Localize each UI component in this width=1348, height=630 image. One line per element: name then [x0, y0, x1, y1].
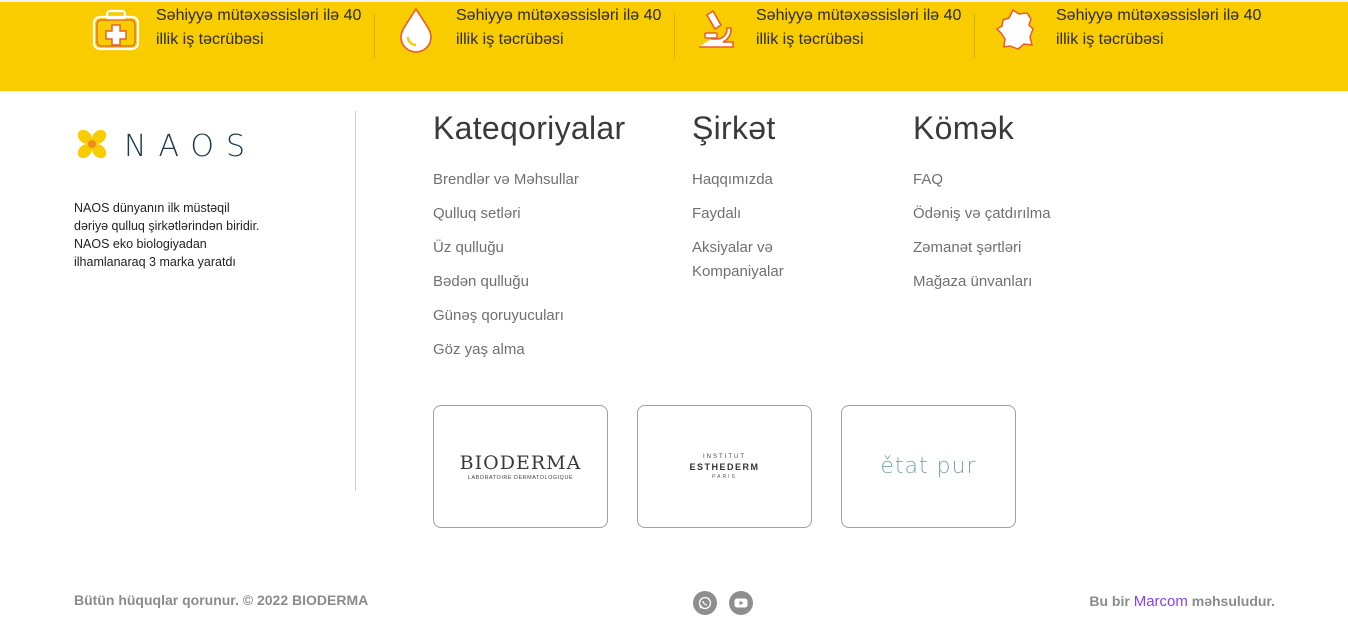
brand-name: ětat pur — [880, 454, 977, 479]
brand-subtitle: LABORATOIRE DERMATOLOGIQUE — [467, 475, 574, 481]
microscope-icon — [690, 4, 742, 56]
features-banner: Səhiyyə mütəxəssisləri ilə 40 illik iş t… — [0, 0, 1348, 91]
marcom-link[interactable]: Marcom — [1134, 593, 1188, 610]
feature-item: Səhiyyə mütəxəssisləri ilə 40 illik iş t… — [690, 4, 966, 56]
footer-link[interactable]: Brendlər və Məhsullar — [433, 168, 673, 192]
footer-link[interactable]: Göz yaş alma — [433, 338, 673, 362]
feature-text: Səhiyyə mütəxəssisləri ilə 40 illik iş t… — [156, 7, 362, 48]
youtube-icon[interactable] — [729, 591, 753, 615]
footer-link[interactable]: Faydalı — [692, 202, 822, 226]
feature-item: Səhiyyə mütəxəssisləri ilə 40 illik iş t… — [390, 4, 666, 56]
company-column: Şirkət Haqqımızda Faydalı Aksiyalar və K… — [692, 110, 892, 294]
footer-link[interactable]: Bədən qulluğu — [433, 270, 673, 294]
logo-text: NAOS — [124, 129, 258, 164]
credit-suffix: məhsuludur. — [1191, 593, 1275, 609]
footer-link[interactable]: Ödəniş və çatdırılma — [913, 202, 1133, 226]
feature-item: Səhiyyə mütəxəssisləri ilə 40 illik iş t… — [990, 4, 1266, 56]
categories-column: Kateqoriyalar Brendlər və Məhsullar Qull… — [433, 110, 673, 372]
company-heading: Şirkət — [692, 110, 776, 146]
brand-top: INSTITUT — [703, 453, 746, 460]
feature-text: Səhiyyə mütəxəssisləri ilə 40 illik iş t… — [456, 7, 662, 48]
footer-link[interactable]: Günəş qoruyucuları — [433, 304, 673, 328]
brand-name: BIODERMA — [459, 452, 582, 474]
categories-heading: Kateqoriyalar — [433, 110, 626, 146]
divider — [974, 14, 975, 58]
flower-logo-icon — [74, 126, 110, 167]
water-drop-icon — [390, 4, 442, 56]
credit-text: Bu bir Marcom məhsuludur. — [1089, 593, 1275, 610]
brand-card-bioderma[interactable]: BIODERMA LABORATOIRE DERMATOLOGIQUE — [433, 405, 608, 528]
about-text: NAOS dünyanın ilk müstəqil dəriyə qulluq… — [74, 201, 260, 269]
footer-link[interactable]: Mağaza ünvanları — [913, 270, 1133, 294]
france-map-icon — [990, 4, 1042, 56]
footer-link[interactable]: Zəmanət şərtləri — [913, 236, 1133, 260]
naos-logo[interactable]: NAOS — [74, 126, 257, 167]
footer-link[interactable]: Haqqımızda — [692, 168, 822, 192]
brand-card-esthederm[interactable]: INSTITUT ESTHEDERM PARIS — [637, 405, 812, 528]
help-column: Kömək FAQ Ödəniş və çatdırılma Zəmanət ş… — [913, 110, 1133, 304]
feature-text: Səhiyyə mütəxəssisləri ilə 40 illik iş t… — [756, 7, 962, 48]
brand-name: ESTHEDERM — [689, 461, 760, 472]
credit-prefix: Bu bir — [1089, 593, 1130, 609]
divider — [674, 14, 675, 58]
divider — [374, 14, 375, 58]
brand-card-etatpur[interactable]: ětat pur — [841, 405, 1016, 528]
footer-link[interactable]: FAQ — [913, 168, 1133, 192]
feature-item: Səhiyyə mütəxəssisləri ilə 40 illik iş t… — [90, 4, 366, 56]
copyright-text: Bütün hüquqlar qorunur. © 2022 BIODERMA — [74, 592, 369, 608]
divider — [355, 111, 356, 491]
brand-bottom: PARIS — [712, 473, 737, 480]
footer-link[interactable]: Qulluq setləri — [433, 202, 673, 226]
feature-text: Səhiyyə mütəxəssisləri ilə 40 illik iş t… — [1056, 7, 1262, 48]
footer-link[interactable]: Üz qulluğu — [433, 236, 673, 260]
footer-link[interactable]: Aksiyalar və Kompaniyalar — [692, 236, 822, 284]
help-heading: Kömək — [913, 110, 1015, 146]
whatsapp-icon[interactable] — [693, 591, 717, 615]
first-aid-kit-icon — [90, 4, 142, 56]
